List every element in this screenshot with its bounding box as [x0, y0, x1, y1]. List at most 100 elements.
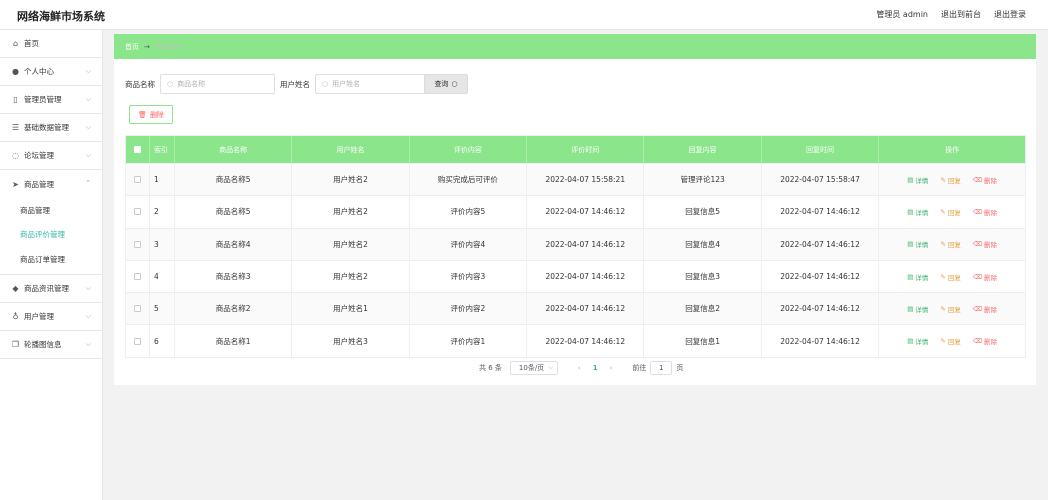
sidebar-item-carousel[interactable]: ❐ 轮播图信息 ⌵ — [0, 331, 102, 359]
sidebar-subitem-goods-review[interactable]: 商品评价管理 — [0, 223, 102, 248]
batch-delete-button[interactable]: 🗑 删除 — [129, 105, 173, 124]
detail-label: 详情 — [915, 338, 929, 347]
table-row: 4 商品名称3 用户姓名2 评价内容3 2022-04-07 14:46:12 回复信息3… — [126, 259, 1025, 293]
sidebar-item-label: 个人中心 — [24, 67, 54, 76]
logout-link[interactable]: 退出登录 — [994, 9, 1026, 20]
detail-button[interactable]: ▤ 详情 — [907, 304, 928, 314]
reply-button[interactable]: ✎ 回复 — [940, 304, 960, 314]
delete-button[interactable]: ⌫ 删除 — [973, 239, 997, 249]
row-checkbox[interactable] — [133, 273, 141, 281]
col-header-reply: 回复内容 — [644, 136, 762, 163]
sidebar-item-news[interactable]: ◆ 商品资讯管理 ⌵ — [0, 275, 102, 303]
sidebar-item-forum[interactable]: ◌ 论坛管理 ⌵ — [0, 142, 102, 170]
cell-reply-time: 2022-04-07 14:46:12 — [762, 325, 880, 357]
cell-ops: ▤ 详情 ✎ 回复 ⌫ 删除 — [879, 229, 1025, 260]
delete-label: 删除 — [984, 305, 998, 314]
detail-button[interactable]: ▤ 详情 — [907, 272, 928, 282]
cell-reply: 回复信息5 — [644, 196, 762, 228]
table-row: 1 商品名称5 用户姓名2 购买完成后可评价 2022-04-07 15:58:21 管理… — [126, 163, 1025, 196]
page-size-select[interactable]: 10条/页 ⌵ — [509, 361, 558, 375]
sidebar-item-label: 基础数据管理 — [24, 123, 69, 132]
reply-button[interactable]: ✎ 回复 — [940, 272, 960, 282]
cell-reply: 回复信息3 — [644, 260, 762, 293]
reply-button[interactable]: ✎ 回复 — [940, 336, 960, 346]
row-checkbox[interactable] — [133, 305, 141, 313]
doc-icon: ▤ — [907, 304, 914, 313]
sidebar-item-goods[interactable]: ➤ 商品管理 ⌃ — [0, 170, 102, 198]
main-panel: 首页 → 商品评价 商品名称 ○ 商品名称 用户姓名 ○ 用户姓名 查询 ○ 🗑… — [114, 34, 1036, 385]
sidebar-subitem-goods[interactable]: 商品管理 — [0, 198, 102, 223]
reply-button[interactable]: ✎ 回复 — [940, 175, 960, 185]
sidebar-item-profile[interactable]: ● 个人中心 ⌵ — [0, 58, 102, 86]
row-select-cell — [126, 260, 150, 293]
delete-button[interactable]: ⌫ 删除 — [973, 304, 997, 314]
sidebar-subitem-goods-order[interactable]: 商品订单管理 — [0, 247, 102, 272]
next-page-button[interactable]: › — [610, 364, 613, 372]
detail-button[interactable]: ▤ 详情 — [907, 239, 928, 249]
delete-button[interactable]: ⌫ 删除 — [973, 336, 997, 346]
delete-button[interactable]: ⌫ 删除 — [973, 272, 997, 282]
chat-icon: ◌ — [12, 151, 19, 160]
delete-label: 删除 — [984, 241, 998, 250]
reply-button[interactable]: ✎ 回复 — [940, 239, 960, 249]
page-unit-label: 页 — [676, 364, 684, 372]
trash-icon: 🗑 — [138, 110, 147, 119]
detail-button[interactable]: ▤ 详情 — [907, 175, 928, 185]
reply-button[interactable]: ✎ 回复 — [940, 207, 960, 217]
sidebar: ⌂ 首页 ● 个人中心 ⌵ ▯ 管理员管理 ⌵ ☰ 基础数据管理 ⌵ ◌ 论坛管… — [0, 30, 103, 500]
pagination-total: 共 6 条 — [479, 364, 502, 372]
col-header-goods: 商品名称 — [175, 136, 293, 163]
row-checkbox[interactable] — [133, 208, 141, 216]
goods-name-label: 商品名称 — [125, 79, 155, 89]
detail-label: 详情 — [915, 208, 929, 217]
user-name-placeholder: 用户姓名 — [332, 80, 361, 88]
chevron-down-icon: ⌵ — [85, 123, 91, 131]
sidebar-item-basic-data[interactable]: ☰ 基础数据管理 ⌵ — [0, 114, 102, 142]
row-checkbox[interactable] — [133, 240, 141, 248]
to-front-link[interactable]: 退出到前台 — [941, 9, 981, 20]
cell-time: 2022-04-07 14:46:12 — [527, 228, 645, 260]
cell-index: 4 — [150, 260, 175, 293]
user-name-input[interactable]: ○ 用户姓名 — [315, 74, 426, 94]
breadcrumb-home[interactable]: 首页 — [125, 42, 139, 52]
cell-time: 2022-04-07 14:46:12 — [527, 196, 645, 228]
cell-content: 评价内容2 — [410, 293, 528, 325]
row-select-cell — [126, 196, 150, 228]
chevron-down-icon: ⌵ — [85, 151, 91, 159]
row-checkbox[interactable] — [133, 176, 141, 184]
goods-name-placeholder: 商品名称 — [177, 80, 206, 88]
detail-label: 详情 — [915, 305, 929, 314]
row-checkbox[interactable] — [133, 337, 141, 345]
query-button[interactable]: 查询 ○ — [424, 74, 468, 94]
delete-button[interactable]: ⌫ 删除 — [973, 207, 997, 217]
cell-content: 评价内容1 — [410, 325, 528, 357]
col-header-reply-time: 回复时间 — [762, 136, 880, 163]
cell-reply: 回复信息1 — [644, 325, 762, 357]
col-header-user: 用户姓名 — [292, 136, 410, 163]
home-icon: ⌂ — [12, 39, 19, 48]
table-body: 1 商品名称5 用户姓名2 购买完成后可评价 2022-04-07 15:58:21 管理… — [126, 163, 1025, 357]
goods-name-input[interactable]: ○ 商品名称 — [160, 74, 275, 94]
sidebar-item-home[interactable]: ⌂ 首页 — [0, 30, 102, 58]
prev-page-button[interactable]: ‹ — [578, 364, 581, 372]
delete-button[interactable]: ⌫ 删除 — [973, 175, 997, 185]
page-number-current[interactable]: 1 — [593, 364, 598, 372]
sidebar-item-admin[interactable]: ▯ 管理员管理 ⌵ — [0, 86, 102, 114]
edit-icon: ✎ — [940, 240, 946, 249]
edit-icon: ✎ — [940, 304, 946, 313]
delete-label: 删除 — [984, 273, 998, 282]
cell-ops: ▤ 详情 ✎ 回复 ⌫ 删除 — [879, 196, 1025, 227]
sidebar-item-users[interactable]: ♁ 用户管理 ⌵ — [0, 303, 102, 331]
detail-button[interactable]: ▤ 详情 — [907, 336, 928, 346]
goto-page-input[interactable]: 1 — [650, 361, 673, 375]
chevron-down-icon: ⌵ — [85, 67, 91, 75]
detail-button[interactable]: ▤ 详情 — [907, 207, 928, 217]
doc-icon: ▤ — [907, 337, 914, 346]
cell-reply-time: 2022-04-07 14:46:12 — [762, 260, 880, 293]
phone-icon: ▯ — [13, 95, 18, 104]
sidebar-item-label: 论坛管理 — [24, 151, 54, 160]
cell-reply: 回复信息2 — [644, 293, 762, 325]
cell-time: 2022-04-07 14:46:12 — [527, 325, 645, 357]
select-all-checkbox[interactable] — [133, 146, 141, 153]
reply-label: 回复 — [947, 208, 961, 217]
